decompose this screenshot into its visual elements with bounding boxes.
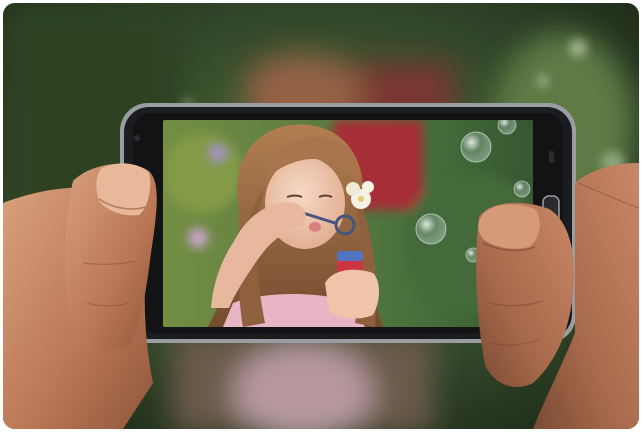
front-camera-icon: [134, 135, 140, 141]
left-hand: [3, 163, 157, 429]
photo-frame: [3, 3, 639, 429]
photo-illustration: [3, 3, 639, 429]
